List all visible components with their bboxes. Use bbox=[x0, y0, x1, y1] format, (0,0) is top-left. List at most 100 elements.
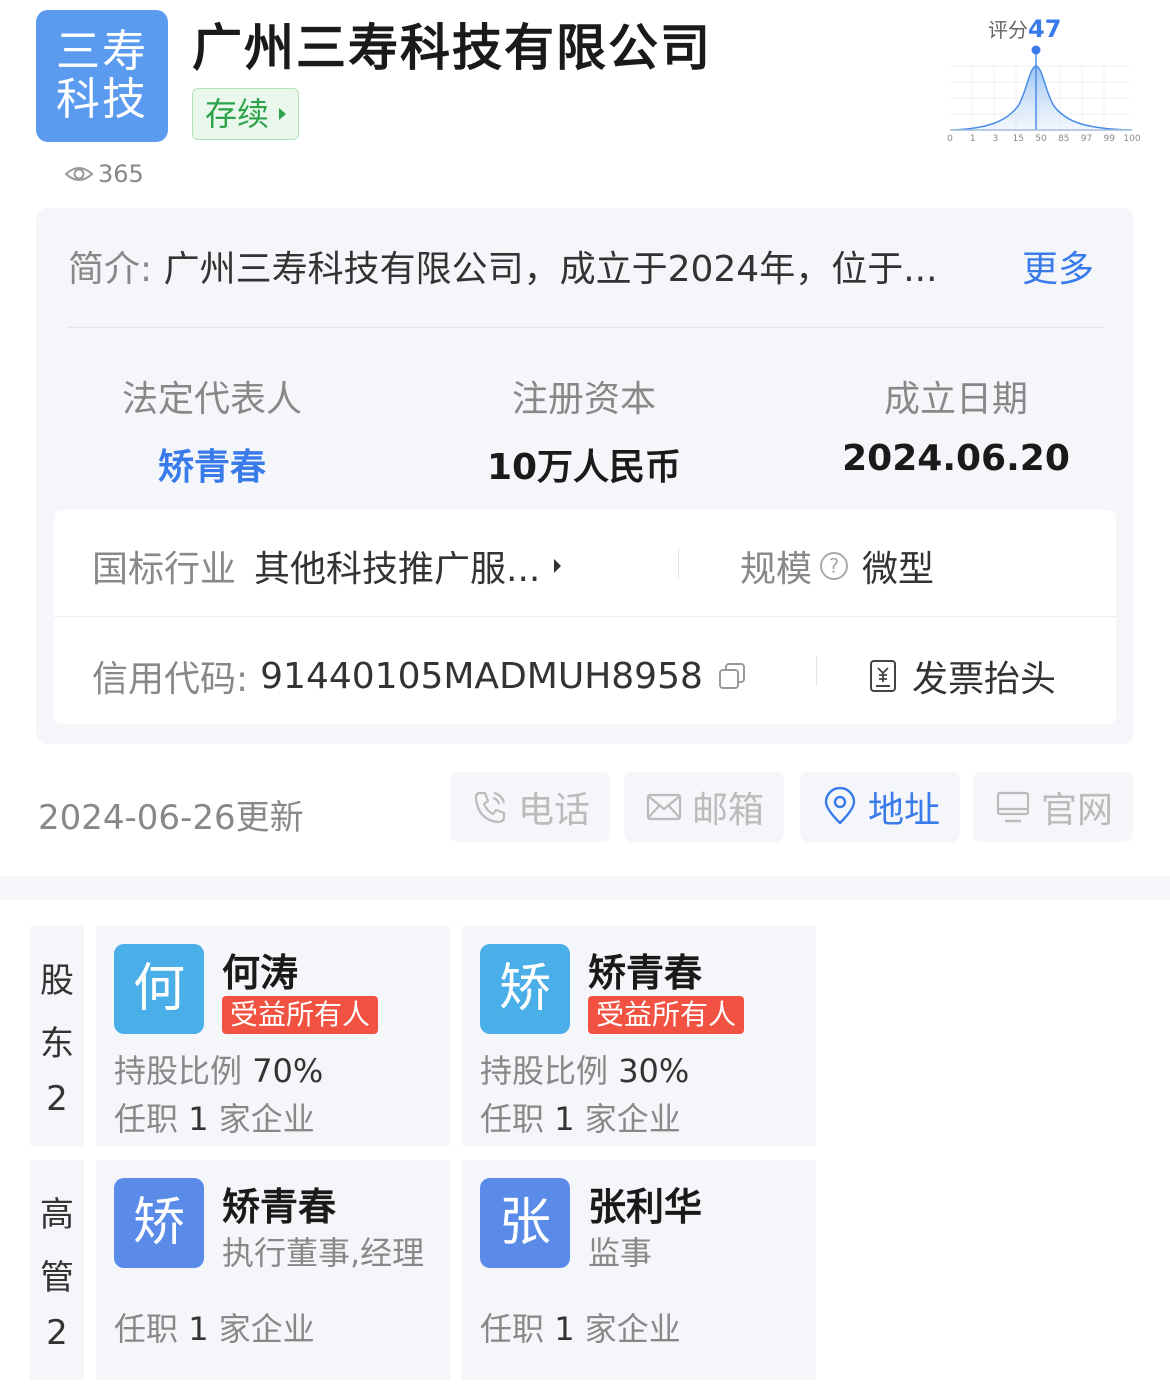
invoice-label: 发票抬头 bbox=[912, 659, 1057, 700]
section-separator bbox=[0, 876, 1170, 900]
phone-button[interactable]: 电话 bbox=[450, 772, 610, 842]
shareholding-ratio: 持股比例 70% bbox=[114, 1046, 323, 1092]
website-button[interactable]: 官网 bbox=[973, 772, 1133, 842]
company-name: 广州三寿科技有限公司 bbox=[192, 19, 712, 77]
score-distribution-chart: 0 1 3 15 50 85 97 99 100 bbox=[947, 45, 1141, 144]
company-intro[interactable]: 简介: 广州三寿科技有限公司，成立于2024年，位于... bbox=[68, 240, 938, 292]
intro-more-link[interactable]: 更多 bbox=[1022, 240, 1094, 292]
company-logo: 三寿 科技 bbox=[36, 10, 168, 142]
email-label: 邮箱 bbox=[691, 790, 764, 831]
score-axis-tick: 85 bbox=[1058, 134, 1069, 144]
section-label-char: 高 bbox=[40, 1195, 74, 1235]
executive-card[interactable]: 张 张利华 监事 任职 1 家企业 bbox=[462, 1160, 816, 1380]
ratio-value: 70% bbox=[252, 1052, 324, 1090]
phone-label: 电话 bbox=[517, 790, 590, 831]
jobs-suffix: 家企业 bbox=[218, 1100, 315, 1138]
executive-card[interactable]: 矫 矫青春 执行董事,经理 任职 1 家企业 bbox=[96, 1160, 450, 1380]
invoice-title-button[interactable]: 发票抬头 bbox=[868, 650, 1056, 702]
positions-count: 任职 1 家企业 bbox=[114, 1304, 315, 1350]
industry-value: 其他科技推广服... bbox=[254, 549, 541, 590]
jobs-suffix: 家企业 bbox=[584, 1310, 681, 1348]
intro-label: 简介: bbox=[68, 249, 153, 290]
person-name[interactable]: 矫青春 bbox=[588, 942, 702, 997]
status-badge[interactable]: 存续 bbox=[192, 88, 300, 140]
address-label: 地址 bbox=[867, 790, 940, 831]
shareholder-card[interactable]: 何 何涛 受益所有人 持股比例 70% 任职 1 家企业 bbox=[96, 926, 450, 1146]
jobs-prefix: 任职 bbox=[114, 1100, 179, 1138]
ratio-value: 30% bbox=[618, 1052, 690, 1090]
founding-date: 成立日期 2024.06.20 bbox=[806, 370, 1106, 479]
industry-label: 国标行业 bbox=[92, 549, 237, 590]
jobs-suffix: 家企业 bbox=[218, 1310, 315, 1348]
industry-row[interactable]: 国标行业 其他科技推广服... bbox=[92, 540, 562, 592]
ratio-label: 持股比例 bbox=[480, 1052, 609, 1090]
person-role: 执行董事,经理 bbox=[222, 1234, 425, 1272]
vertical-divider bbox=[816, 656, 817, 686]
address-button[interactable]: 地址 bbox=[800, 772, 960, 842]
intro-text: 广州三寿科技有限公司，成立于2024年，位于... bbox=[163, 249, 938, 290]
person-role: 监事 bbox=[588, 1234, 653, 1272]
view-count-value: 365 bbox=[98, 160, 144, 188]
registered-capital-label: 注册资本 bbox=[511, 379, 656, 420]
credit-code-label: 信用代码: bbox=[92, 659, 249, 700]
view-count: 365 bbox=[64, 160, 144, 188]
score-axis-tick: 1 bbox=[970, 134, 976, 144]
registered-capital-value: 10万人民币 bbox=[486, 447, 682, 488]
jobs-count: 1 bbox=[188, 1100, 209, 1138]
score-axis-tick: 100 bbox=[1123, 134, 1140, 144]
mail-icon bbox=[646, 793, 682, 821]
positions-count: 任职 1 家企业 bbox=[480, 1094, 681, 1140]
eye-icon bbox=[64, 167, 94, 181]
shareholding-ratio: 持股比例 30% bbox=[480, 1046, 689, 1092]
founding-date-value: 2024.06.20 bbox=[842, 438, 1070, 479]
location-icon bbox=[824, 787, 856, 825]
section-label-char: 东 bbox=[40, 1024, 74, 1064]
score-axis-tick: 3 bbox=[993, 134, 999, 144]
person-name[interactable]: 张利华 bbox=[588, 1176, 702, 1231]
avatar: 矫 bbox=[114, 1178, 204, 1268]
help-icon[interactable]: ? bbox=[820, 552, 849, 580]
phone-icon bbox=[474, 791, 506, 824]
score-widget[interactable]: 评分47 0 1 3 15 50 85 97 99 100 bbox=[946, 10, 1146, 150]
copy-icon[interactable] bbox=[717, 661, 747, 691]
beneficial-owner-badge: 受益所有人 bbox=[222, 996, 379, 1034]
scale-row: 规模 ? 微型 bbox=[740, 540, 934, 592]
credit-code-row: 信用代码: 91440105MADMUH8958 bbox=[92, 650, 747, 702]
score-axis-tick: 50 bbox=[1035, 134, 1047, 144]
legal-representative-label: 法定代表人 bbox=[121, 379, 302, 420]
shareholder-card[interactable]: 矫 矫青春 受益所有人 持股比例 30% 任职 1 家企业 bbox=[462, 926, 816, 1146]
jobs-prefix: 任职 bbox=[114, 1310, 179, 1348]
positions-count: 任职 1 家企业 bbox=[114, 1094, 315, 1140]
score-axis-tick: 99 bbox=[1104, 134, 1116, 144]
legal-representative: 法定代表人 矫青春 bbox=[62, 370, 362, 490]
jobs-suffix: 家企业 bbox=[584, 1100, 681, 1138]
registered-capital: 注册资本 10万人民币 bbox=[434, 370, 734, 490]
ratio-label: 持股比例 bbox=[114, 1052, 243, 1090]
email-button[interactable]: 邮箱 bbox=[624, 772, 784, 842]
score-axis-tick: 15 bbox=[1013, 134, 1024, 144]
jobs-prefix: 任职 bbox=[480, 1100, 545, 1138]
avatar: 矫 bbox=[480, 944, 570, 1034]
jobs-count: 1 bbox=[554, 1310, 575, 1348]
section-label-char: 管 bbox=[40, 1258, 74, 1298]
status-text: 存续 bbox=[205, 95, 270, 133]
person-name[interactable]: 矫青春 bbox=[222, 1176, 336, 1231]
section-label-char: 股 bbox=[40, 961, 74, 1001]
jobs-count: 1 bbox=[188, 1310, 209, 1348]
shareholders-section-label[interactable]: 股 东 2 bbox=[30, 926, 84, 1146]
avatar: 何 bbox=[114, 944, 204, 1034]
jobs-count: 1 bbox=[554, 1100, 575, 1138]
jobs-prefix: 任职 bbox=[480, 1310, 545, 1348]
vertical-divider bbox=[678, 548, 679, 578]
scale-value: 微型 bbox=[862, 549, 935, 590]
divider bbox=[68, 327, 1104, 328]
logo-text-line2: 科技 bbox=[56, 74, 148, 125]
logo-text-line1: 三寿 bbox=[56, 26, 148, 77]
person-name[interactable]: 何涛 bbox=[222, 942, 298, 997]
monitor-icon bbox=[996, 791, 1030, 823]
caret-right-icon bbox=[554, 559, 562, 573]
scale-label: 规模 bbox=[740, 549, 813, 590]
executives-section-label[interactable]: 高 管 2 bbox=[30, 1160, 84, 1380]
update-timestamp: 2024-06-26更新 bbox=[38, 798, 304, 838]
legal-representative-link[interactable]: 矫青春 bbox=[62, 438, 362, 490]
